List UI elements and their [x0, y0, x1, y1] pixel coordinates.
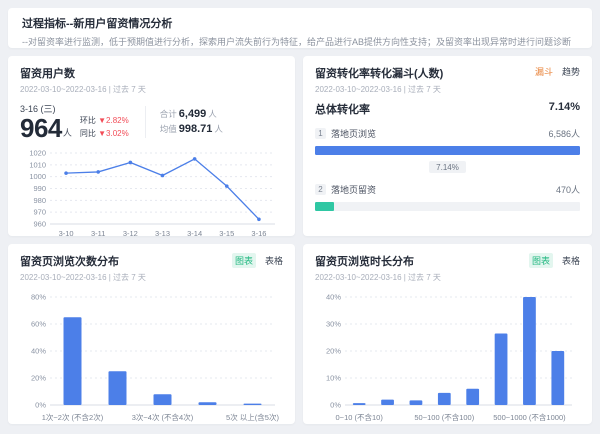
- svg-text:10%: 10%: [326, 374, 341, 383]
- svg-text:0%: 0%: [35, 401, 46, 410]
- svg-text:1010: 1010: [29, 160, 46, 169]
- card-title: 留资页浏览次数分布: [20, 253, 146, 269]
- metric-block: 3-16 (三) 964 人 环比 ▼2.82% 同比 ▼3.02% 合计6,4…: [20, 102, 283, 141]
- funnel-bar-fill: [315, 202, 334, 211]
- step-label: 落地页留资: [331, 183, 376, 196]
- tab-trend[interactable]: 趋势: [562, 65, 580, 78]
- wow-delta: 环比 ▼2.82%: [80, 115, 129, 126]
- page-header: 过程指标--新用户留资情况分析 --对留资率进行监测，低于预期值进行分析，探索用…: [8, 8, 592, 48]
- metric-unit: 人: [63, 126, 72, 139]
- wow-value: ▼2.82%: [98, 116, 129, 125]
- svg-text:40%: 40%: [326, 293, 341, 302]
- avg-label: 均值: [160, 124, 177, 134]
- card-title: 留资转化率转化漏斗(人数): [315, 65, 443, 81]
- funnel-step-row: 1 落地页浏览 6,586人: [315, 127, 580, 140]
- funnel-step-row: 2 落地页留资 470人: [315, 183, 580, 196]
- card-view-duration-distribution: 留资页浏览时长分布 2022-03-10~2022-03-16 | 过去 7 天…: [303, 244, 592, 424]
- overall-rate-value: 7.14%: [549, 101, 580, 117]
- wow-label: 环比: [80, 116, 96, 125]
- yoy-label: 同比: [80, 129, 96, 138]
- date-range: 2022-03-10~2022-03-16 | 过去 7 天: [315, 84, 443, 95]
- step-number-badge: 1: [315, 128, 326, 139]
- overall-rate-label: 总体转化率: [315, 101, 370, 117]
- step-count: 470人: [556, 183, 580, 196]
- svg-text:1次~2次 (不含2次): 1次~2次 (不含2次): [42, 412, 104, 422]
- svg-text:960: 960: [33, 220, 46, 229]
- svg-text:970: 970: [33, 208, 46, 217]
- svg-text:3-12: 3-12: [123, 229, 138, 238]
- avg-row: 均值998.71人: [160, 123, 223, 135]
- total-row: 合计6,499人: [160, 108, 223, 120]
- svg-text:3-13: 3-13: [155, 229, 170, 238]
- tab-table[interactable]: 表格: [562, 254, 580, 267]
- card-title: 留资用户数: [20, 65, 146, 81]
- svg-text:20%: 20%: [31, 374, 46, 383]
- svg-text:5次 以上(含5次): 5次 以上(含5次): [226, 412, 279, 422]
- svg-text:990: 990: [33, 184, 46, 193]
- svg-text:80%: 80%: [31, 293, 46, 302]
- tab-table[interactable]: 表格: [265, 254, 283, 267]
- card-title: 留资页浏览时长分布: [315, 253, 441, 269]
- funnel-bar-2[interactable]: [315, 202, 580, 211]
- yoy-value: ▼3.02%: [98, 129, 129, 138]
- svg-text:30%: 30%: [326, 320, 341, 329]
- date-range: 2022-03-10~2022-03-16 | 过去 7 天: [315, 272, 441, 283]
- svg-text:0~10 (不含10): 0~10 (不含10): [336, 412, 384, 422]
- svg-text:50~100 (不含100): 50~100 (不含100): [414, 412, 474, 422]
- svg-text:0%: 0%: [330, 401, 341, 410]
- duration-bar-chart: 0% 10% 20% 30% 40% 0~10 (不含10) 50~100 (不含100) 5…: [315, 289, 580, 434]
- date-range: 2022-03-10~2022-03-16 | 过去 7 天: [20, 84, 146, 95]
- svg-text:1020: 1020: [29, 149, 46, 158]
- step-number-badge: 2: [315, 184, 326, 195]
- metric-value: 964: [20, 115, 62, 141]
- bar-chart-svg: 0% 10% 20% 30% 40% 0~10 (不含10) 50~100 (不含100) 5…: [315, 289, 580, 429]
- funnel-bar-fill: [315, 146, 580, 155]
- svg-text:3-10: 3-10: [59, 229, 74, 238]
- avg-value: 998.71: [179, 123, 213, 135]
- step-label: 落地页浏览: [331, 127, 376, 140]
- page-description: --对留资率进行监测，低于预期值进行分析，探索用户流失前行为特征，给产品进行AB…: [22, 35, 578, 48]
- svg-text:40%: 40%: [31, 347, 46, 356]
- svg-text:500~1000 (不含1000): 500~1000 (不含1000): [493, 412, 566, 422]
- page-title: 过程指标--新用户留资情况分析: [22, 15, 578, 31]
- svg-text:980: 980: [33, 196, 46, 205]
- tab-funnel[interactable]: 漏斗: [535, 65, 553, 78]
- svg-text:3-16: 3-16: [251, 229, 266, 238]
- total-value: 6,499: [179, 108, 207, 120]
- svg-text:3-15: 3-15: [219, 229, 234, 238]
- users-line-chart: 960 970 980 990 1000 1010 1020 3-10 3-11 3-12 3-13…: [20, 147, 283, 245]
- conversion-rate-badge: 7.14%: [429, 161, 466, 173]
- svg-text:1000: 1000: [29, 172, 46, 181]
- svg-text:3次~4次 (不含4次): 3次~4次 (不含4次): [132, 412, 194, 422]
- svg-text:3-11: 3-11: [91, 229, 105, 238]
- tab-chart[interactable]: 图表: [529, 253, 553, 268]
- total-unit: 人: [208, 109, 217, 119]
- line-chart-svg: 960 970 980 990 1000 1010 1020 3-10 3-11 3-12 3-13…: [20, 147, 283, 240]
- card-conversion-funnel: 留资转化率转化漏斗(人数) 2022-03-10~2022-03-16 | 过去…: [303, 56, 592, 236]
- bar-chart-svg: 0% 20% 40% 60% 80% 1次~2次 (不含2次) 3次~4次 (不含4次) 5次…: [20, 289, 283, 429]
- avg-unit: 人: [214, 124, 223, 134]
- svg-text:60%: 60%: [31, 320, 46, 329]
- divider: [145, 106, 146, 138]
- yoy-delta: 同比 ▼3.02%: [80, 128, 129, 139]
- total-label: 合计: [160, 109, 177, 119]
- views-bar-chart: 0% 20% 40% 60% 80% 1次~2次 (不含2次) 3次~4次 (不含4次) 5次…: [20, 289, 283, 434]
- svg-text:3-14: 3-14: [187, 229, 202, 238]
- step-count: 6,586人: [548, 127, 580, 140]
- card-view-count-distribution: 留资页浏览次数分布 2022-03-10~2022-03-16 | 过去 7 天…: [8, 244, 295, 424]
- funnel-bar-1[interactable]: [315, 146, 580, 155]
- date-range: 2022-03-10~2022-03-16 | 过去 7 天: [20, 272, 146, 283]
- card-retained-users: 留资用户数 2022-03-10~2022-03-16 | 过去 7 天 3-1…: [8, 56, 295, 236]
- tab-chart[interactable]: 图表: [232, 253, 256, 268]
- svg-text:20%: 20%: [326, 347, 341, 356]
